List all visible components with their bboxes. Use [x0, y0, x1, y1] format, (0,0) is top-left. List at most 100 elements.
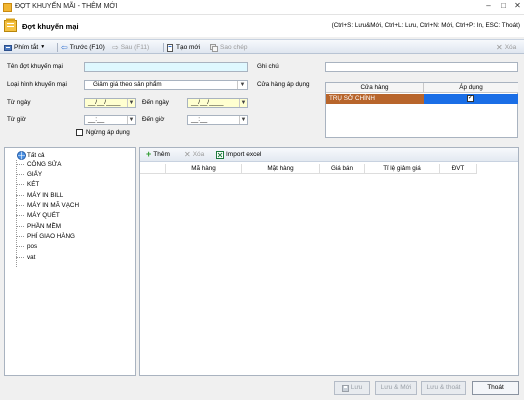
- unit-column-header[interactable]: ĐVT: [440, 164, 477, 174]
- copy-button[interactable]: Sao chép: [210, 42, 247, 53]
- to-time-value: __:__: [191, 116, 208, 123]
- close-icon[interactable]: ✕: [513, 1, 522, 12]
- tree-item[interactable]: PHÍ GIAO HÀNG: [27, 233, 75, 240]
- new-label: Tạo mới: [176, 44, 201, 51]
- import-excel-label: Import excel: [226, 151, 262, 158]
- to-time-label: Đến giờ: [142, 116, 165, 123]
- note-input[interactable]: [325, 62, 518, 72]
- note-label: Ghi chú: [257, 63, 279, 70]
- save-new-button[interactable]: Lưu & Mới: [375, 381, 417, 395]
- tree-item[interactable]: PHẦN MỀM: [27, 223, 61, 230]
- chevron-down-icon[interactable]: ▼: [239, 99, 247, 107]
- excel-icon: [216, 150, 224, 159]
- add-product-label: Thêm: [153, 151, 170, 158]
- to-date-value: __/__/____: [191, 99, 224, 106]
- tree-connector: [16, 195, 24, 196]
- tree-connector: [16, 215, 24, 216]
- stop-apply-checkbox[interactable]: [76, 129, 83, 136]
- delete-icon: ✕: [496, 43, 503, 52]
- new-button[interactable]: Tạo mới: [166, 42, 200, 53]
- product-code-column-header[interactable]: Mã hàng: [166, 164, 242, 174]
- delete-product-label: Xóa: [192, 151, 205, 158]
- toolbar-divider: [57, 43, 58, 52]
- to-date-label: Đến ngày: [142, 99, 169, 106]
- maximize-icon[interactable]: □: [499, 1, 508, 12]
- tree-connector: [16, 236, 24, 237]
- tree-item[interactable]: CÔNG SỬA: [27, 161, 61, 168]
- tree-item[interactable]: pos: [27, 243, 37, 250]
- check-icon[interactable]: ✓: [467, 95, 474, 102]
- apply-column-header[interactable]: Áp dụng: [424, 83, 518, 93]
- app-icon: [3, 3, 12, 12]
- add-product-button[interactable]: + Thêm: [146, 149, 170, 160]
- to-time-input[interactable]: __:__ ▼: [187, 115, 248, 125]
- delete-product-button[interactable]: ✕ Xóa: [184, 149, 204, 160]
- product-toolbar: + Thêm ✕ Xóa Import excel: [140, 148, 518, 162]
- plus-icon: +: [146, 149, 152, 159]
- tree-item[interactable]: MÁY IN BILL: [27, 192, 63, 199]
- from-time-value: __:__: [88, 116, 105, 123]
- tree-item[interactable]: MÁY QUÉT: [27, 212, 60, 219]
- toolbar-divider: [163, 43, 164, 52]
- store-row-name[interactable]: TRỤ SỞ CHÍNH: [326, 94, 424, 104]
- shortcut-key-button[interactable]: Phím tắt ▼: [4, 42, 45, 53]
- promotion-type-value: Giảm giá theo sản phẩm: [93, 81, 162, 88]
- chevron-down-icon[interactable]: ▼: [237, 81, 247, 89]
- chevron-down-icon[interactable]: ▼: [239, 116, 247, 124]
- arrow-left-icon: ⇦: [61, 43, 68, 52]
- prev-button[interactable]: ⇦ Trước (F10): [61, 42, 105, 53]
- from-date-input[interactable]: __/__/____ ▼: [84, 98, 136, 108]
- promotion-logo-icon: [4, 18, 17, 32]
- tree-item[interactable]: KÉT: [27, 181, 39, 188]
- stop-apply-label: Ngừng áp dụng: [86, 129, 130, 136]
- next-label: Sau (F11): [120, 44, 150, 51]
- keyboard-icon: [4, 44, 12, 51]
- category-tree: Tất cả CÔNG SỬA GIẤY KÉT MÁY IN BILL MÁY…: [4, 147, 136, 376]
- discount-rate-column-header[interactable]: Tỉ lệ giảm giá: [365, 164, 440, 174]
- chevron-down-icon[interactable]: ▼: [127, 116, 135, 124]
- page-title: Đợt khuyến mại: [22, 22, 79, 31]
- tree-item[interactable]: MÁY IN MÃ VẠCH: [27, 202, 79, 209]
- product-grid: + Thêm ✕ Xóa Import excel Mã hàng Mặt hà…: [139, 147, 519, 376]
- store-row-applied-cell[interactable]: ✓: [424, 94, 518, 104]
- next-button[interactable]: ⇨ Sau (F11): [112, 42, 149, 53]
- save-button[interactable]: Lưu: [334, 381, 370, 395]
- delete-button[interactable]: ✕ Xóa: [496, 42, 516, 53]
- promotion-name-label: Tên đợt khuyến mại: [7, 63, 63, 70]
- from-time-label: Từ giờ: [7, 116, 26, 123]
- store-grid: Cửa hàng Áp dụng TRỤ SỞ CHÍNH ✓: [325, 82, 518, 138]
- window-titlebar: ĐỢT KHUYẾN MÃI - THÊM MỚI – □ ✕: [0, 0, 524, 15]
- from-time-input[interactable]: __:__ ▼: [84, 115, 136, 125]
- shortcut-hint: (Ctrl+S: Lưu&Mới, Ctrl+L: Lưu, Ctrl+N: M…: [331, 22, 520, 29]
- store-column-header[interactable]: Cửa hàng: [326, 83, 424, 93]
- tree-connector: [16, 174, 24, 175]
- tree-connector: [16, 226, 24, 227]
- new-document-icon: [167, 43, 173, 52]
- stores-label: Cửa hàng áp dụng: [257, 81, 310, 88]
- price-column-header[interactable]: Giá bán: [320, 164, 365, 174]
- delete-icon: ✕: [184, 150, 191, 159]
- promotion-type-select[interactable]: Giảm giá theo sản phẩm ▼: [84, 80, 248, 90]
- exit-button[interactable]: Thoát: [472, 381, 519, 395]
- import-excel-button[interactable]: Import excel: [216, 149, 261, 160]
- promotion-type-label: Loại hình khuyến mại: [7, 81, 67, 88]
- minimize-icon[interactable]: –: [484, 1, 493, 12]
- promotion-name-input[interactable]: [84, 62, 248, 72]
- chevron-down-icon[interactable]: ▼: [127, 99, 135, 107]
- product-name-column-header[interactable]: Mặt hàng: [242, 164, 320, 174]
- from-date-label: Từ ngày: [7, 99, 31, 106]
- to-date-input[interactable]: __/__/____ ▼: [187, 98, 248, 108]
- save-new-label: Lưu & Mới: [380, 384, 412, 391]
- form-header: Đợt khuyến mại (Ctrl+S: Lưu&Mới, Ctrl+L:…: [0, 15, 524, 37]
- save-exit-button[interactable]: Lưu & thoát: [421, 381, 466, 395]
- chevron-down-icon: ▼: [40, 44, 46, 50]
- from-date-value: __/__/____: [88, 99, 121, 106]
- save-label: Lưu: [350, 384, 363, 391]
- tree-item[interactable]: GIẤY: [27, 171, 42, 178]
- tree-item[interactable]: vat: [27, 254, 35, 261]
- tree-connector: [16, 184, 24, 185]
- tree-connector: [16, 257, 24, 258]
- tree-item-all[interactable]: Tất cả: [27, 152, 45, 159]
- tree-connector: [16, 205, 24, 206]
- arrow-right-icon: ⇨: [112, 43, 119, 52]
